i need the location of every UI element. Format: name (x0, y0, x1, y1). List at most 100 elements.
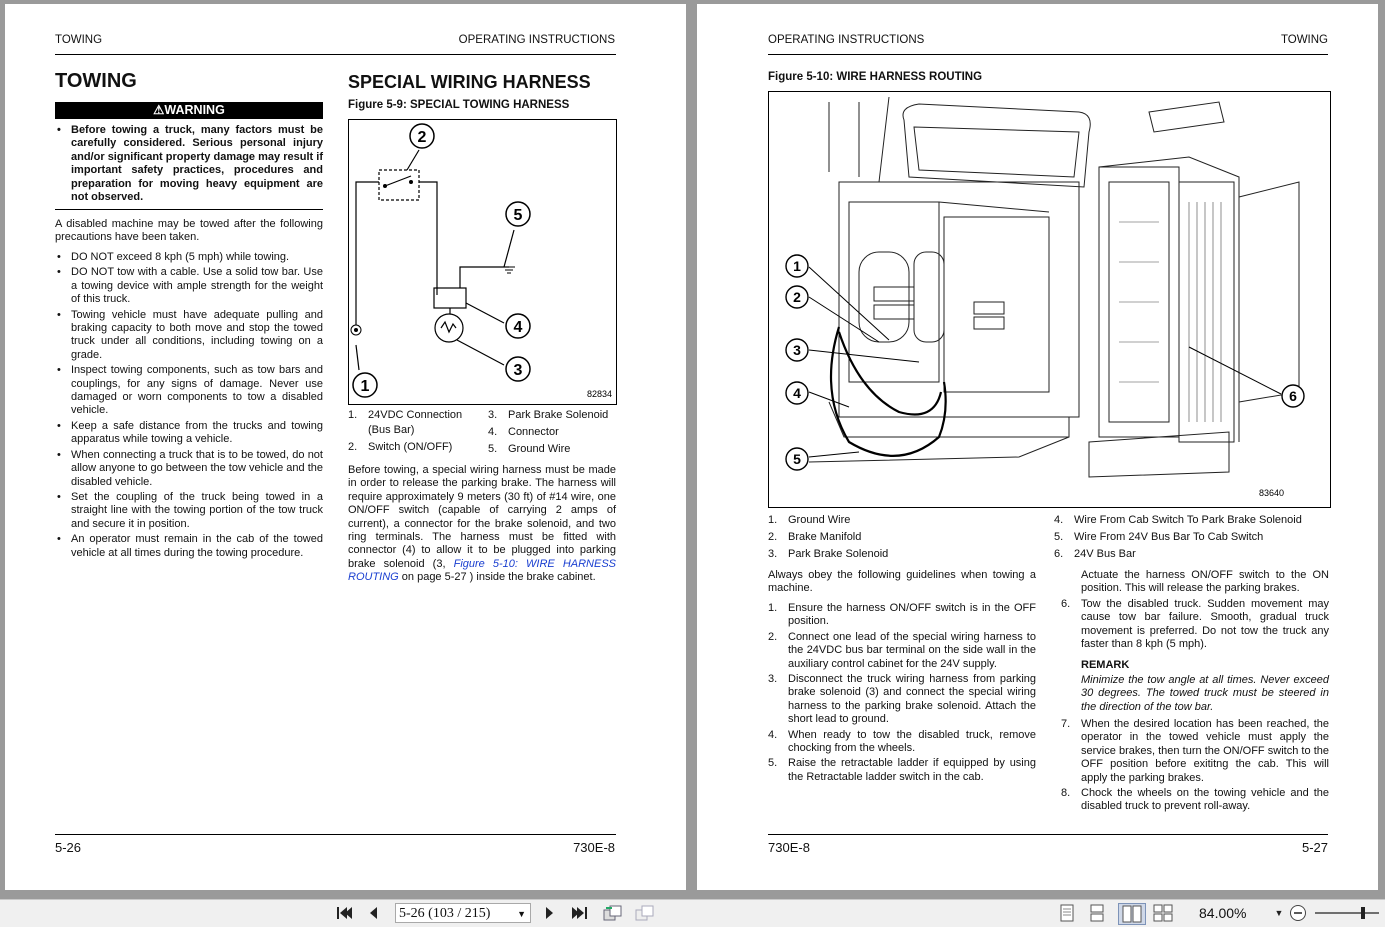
page-number-field[interactable]: 5-26 (103 / 215) ▼ (395, 903, 531, 923)
intro-text: A disabled machine may be towed after th… (55, 218, 323, 244)
figure-legend-right: 3. Park Brake Solenoid 4. Connector 5. Grou… (488, 408, 618, 459)
callout-6: 6 (1289, 388, 1297, 404)
zoom-dropdown-icon[interactable]: ▼ (1273, 903, 1285, 923)
callout-3: 3 (514, 362, 523, 379)
footer-right: 730E-8 (573, 840, 615, 855)
continuous-facing-icon[interactable] (1152, 903, 1174, 923)
left-page: TOWING OPERATING INSTRUCTIONS TOWING ⚠WA… (5, 4, 686, 890)
warning-rule (55, 209, 323, 211)
remark-label: REMARK (1081, 659, 1130, 671)
remark-text: Minimize the tow angle at all times. Nev… (1081, 674, 1329, 713)
warning-triangle-icon: ⚠ (153, 103, 165, 117)
zoom-slider[interactable] (1313, 903, 1381, 923)
legend-item: 2. Switch (ON/OFF) (348, 441, 453, 453)
footer-right: 5-27 (1301, 840, 1328, 855)
list-item: DO NOT tow with a cable. Use a solid tow… (55, 266, 323, 306)
page-dropdown-icon[interactable]: ▼ (517, 904, 526, 924)
section-title: SPECIAL WIRING HARNESS (348, 72, 591, 92)
header-right: TOWING (1280, 34, 1328, 46)
callout-1: 1 (793, 258, 801, 274)
facing-icon[interactable] (1118, 903, 1146, 925)
right-page: OPERATING INSTRUCTIONS TOWING Figure 5-1… (697, 4, 1378, 890)
list-item: 8. Chock the wheels on the towing vehicle… (1061, 787, 1329, 813)
legend-item: 3. Park Brake Solenoid (768, 548, 889, 560)
zoom-level[interactable]: 84.00% (1199, 905, 1246, 921)
list-item: 4. When ready to tow the disabled truck, … (768, 728, 1036, 755)
legend-item: 1. Ground Wire (768, 514, 851, 526)
page-title: TOWING (55, 70, 137, 92)
harness-diagram-svg: 2 5 4 3 1 82834 (350, 123, 612, 399)
harness-diagram: 2 5 4 3 1 82834 (348, 119, 617, 405)
warning-bar: ⚠WARNING (55, 102, 323, 119)
figure-legend-right: 4. Wire From Cab Switch To Park Brake Sol… (1054, 513, 1334, 564)
header-rule (55, 54, 616, 55)
step5-continued: Actuate the harness ON/OFF switch to the… (1081, 569, 1329, 595)
footer-left: 5-26 (55, 840, 82, 855)
legend-item: 1. 24VDC Connection (Bus Bar) (348, 409, 463, 436)
list-item: When connecting a truck that is to be to… (55, 449, 323, 489)
guidelines-intro: Always obey the following guidelines whe… (768, 569, 1036, 595)
last-page-icon[interactable] (569, 903, 591, 923)
callout-2: 2 (793, 289, 801, 305)
list-item: 3. Disconnect the truck wiring harness fr… (768, 673, 1036, 726)
list-item: 2. Connect one lead of the special wiring… (768, 630, 1036, 670)
warning-label: WARNING (164, 103, 225, 117)
steps-list-left: 1. Ensure the harness ON/OFF switch is in… (768, 602, 1036, 786)
warning-text: Before towing a truck, many factors must… (55, 124, 323, 204)
list-item: 7. When the desired location has been rea… (1061, 718, 1329, 784)
wire-routing-svg: 1 2 3 4 5 6 83640 (785, 96, 1305, 498)
warning-box: ⚠WARNING Before towing a truck, many fac… (55, 102, 323, 211)
callout-3: 3 (793, 342, 801, 358)
callout-5: 5 (793, 451, 801, 467)
legend-item: 5. Wire From 24V Bus Bar To Cab Switch (1054, 531, 1264, 543)
go-forward-view-icon[interactable] (634, 903, 656, 923)
list-item: Keep a safe distance from the trucks and… (55, 420, 323, 447)
continuous-icon[interactable] (1087, 903, 1107, 923)
figure-id: 82834 (587, 389, 612, 399)
single-page-icon[interactable] (1057, 903, 1077, 923)
next-page-icon[interactable] (541, 903, 559, 923)
zoom-out-icon[interactable] (1288, 903, 1308, 923)
footer-rule (55, 834, 616, 835)
legend-item: 6. 24V Bus Bar (1054, 548, 1136, 560)
steps-list-right: 7. When the desired location has been rea… (1061, 718, 1329, 816)
footer-rule (768, 834, 1328, 835)
legend-item: 3. Park Brake Solenoid (488, 409, 609, 421)
first-page-icon[interactable] (333, 903, 355, 923)
list-item: An operator must remain in the cab of th… (55, 533, 323, 560)
prev-page-icon[interactable] (364, 903, 382, 923)
list-item: 6. Tow the disabled truck. Sudden movemen… (1061, 598, 1329, 651)
figure-caption: Figure 5-10: WIRE HARNESS ROUTING (768, 71, 983, 83)
header-rule (768, 54, 1328, 55)
list-item: Inspect towing components, such as tow b… (55, 364, 323, 418)
figure-legend-left: 1. 24VDC Connection (Bus Bar) 2. Switch (O… (348, 408, 478, 457)
list-item: 5. Raise the retractable ladder if equipp… (768, 757, 1036, 783)
callout-4: 4 (793, 385, 801, 401)
callout-2: 2 (418, 129, 427, 146)
warning-list: Before towing a truck, many factors must… (55, 124, 323, 204)
list-item: 1. Ensure the harness ON/OFF switch is in… (768, 602, 1036, 628)
legend-item: 2. Brake Manifold (768, 531, 862, 543)
step6: 6. Tow the disabled truck. Sudden movemen… (1061, 598, 1329, 654)
footer-left: 730E-8 (768, 840, 810, 855)
harness-paragraph: Before towing, a special wiring harness … (348, 464, 616, 584)
wire-routing-figure: 1 2 3 4 5 6 83640 (768, 91, 1331, 508)
callout-4: 4 (514, 319, 523, 336)
figure-caption: Figure 5-9: SPECIAL TOWING HARNESS (348, 99, 570, 111)
legend-item: 4. Connector (488, 426, 559, 438)
legend-item: 5. Ground Wire (488, 443, 571, 455)
go-back-view-icon[interactable] (602, 903, 624, 923)
header-right: OPERATING INSTRUCTIONS (458, 34, 615, 46)
legend-item: 4. Wire From Cab Switch To Park Brake Sol… (1054, 514, 1302, 526)
figure-legend-left: 1. Ground Wire 2. Brake Manifold 3. Park Br… (768, 513, 1038, 564)
figure-id: 83640 (1259, 488, 1284, 498)
list-item: Towing vehicle must have adequate pullin… (55, 309, 323, 363)
header-left: TOWING (55, 34, 103, 46)
header-left: OPERATING INSTRUCTIONS (768, 34, 925, 46)
list-item: DO NOT exceed 8 kph (5 mph) while towing… (55, 251, 323, 265)
navigation-toolbar: 5-26 (103 / 215) ▼ 84.00% ▼ (0, 899, 1385, 927)
callout-1: 1 (361, 378, 370, 395)
callout-5: 5 (514, 207, 523, 224)
list-item: Set the coupling of the truck being towe… (55, 491, 323, 531)
precautions-list: DO NOT exceed 8 kph (5 mph) while towing… (55, 251, 323, 562)
